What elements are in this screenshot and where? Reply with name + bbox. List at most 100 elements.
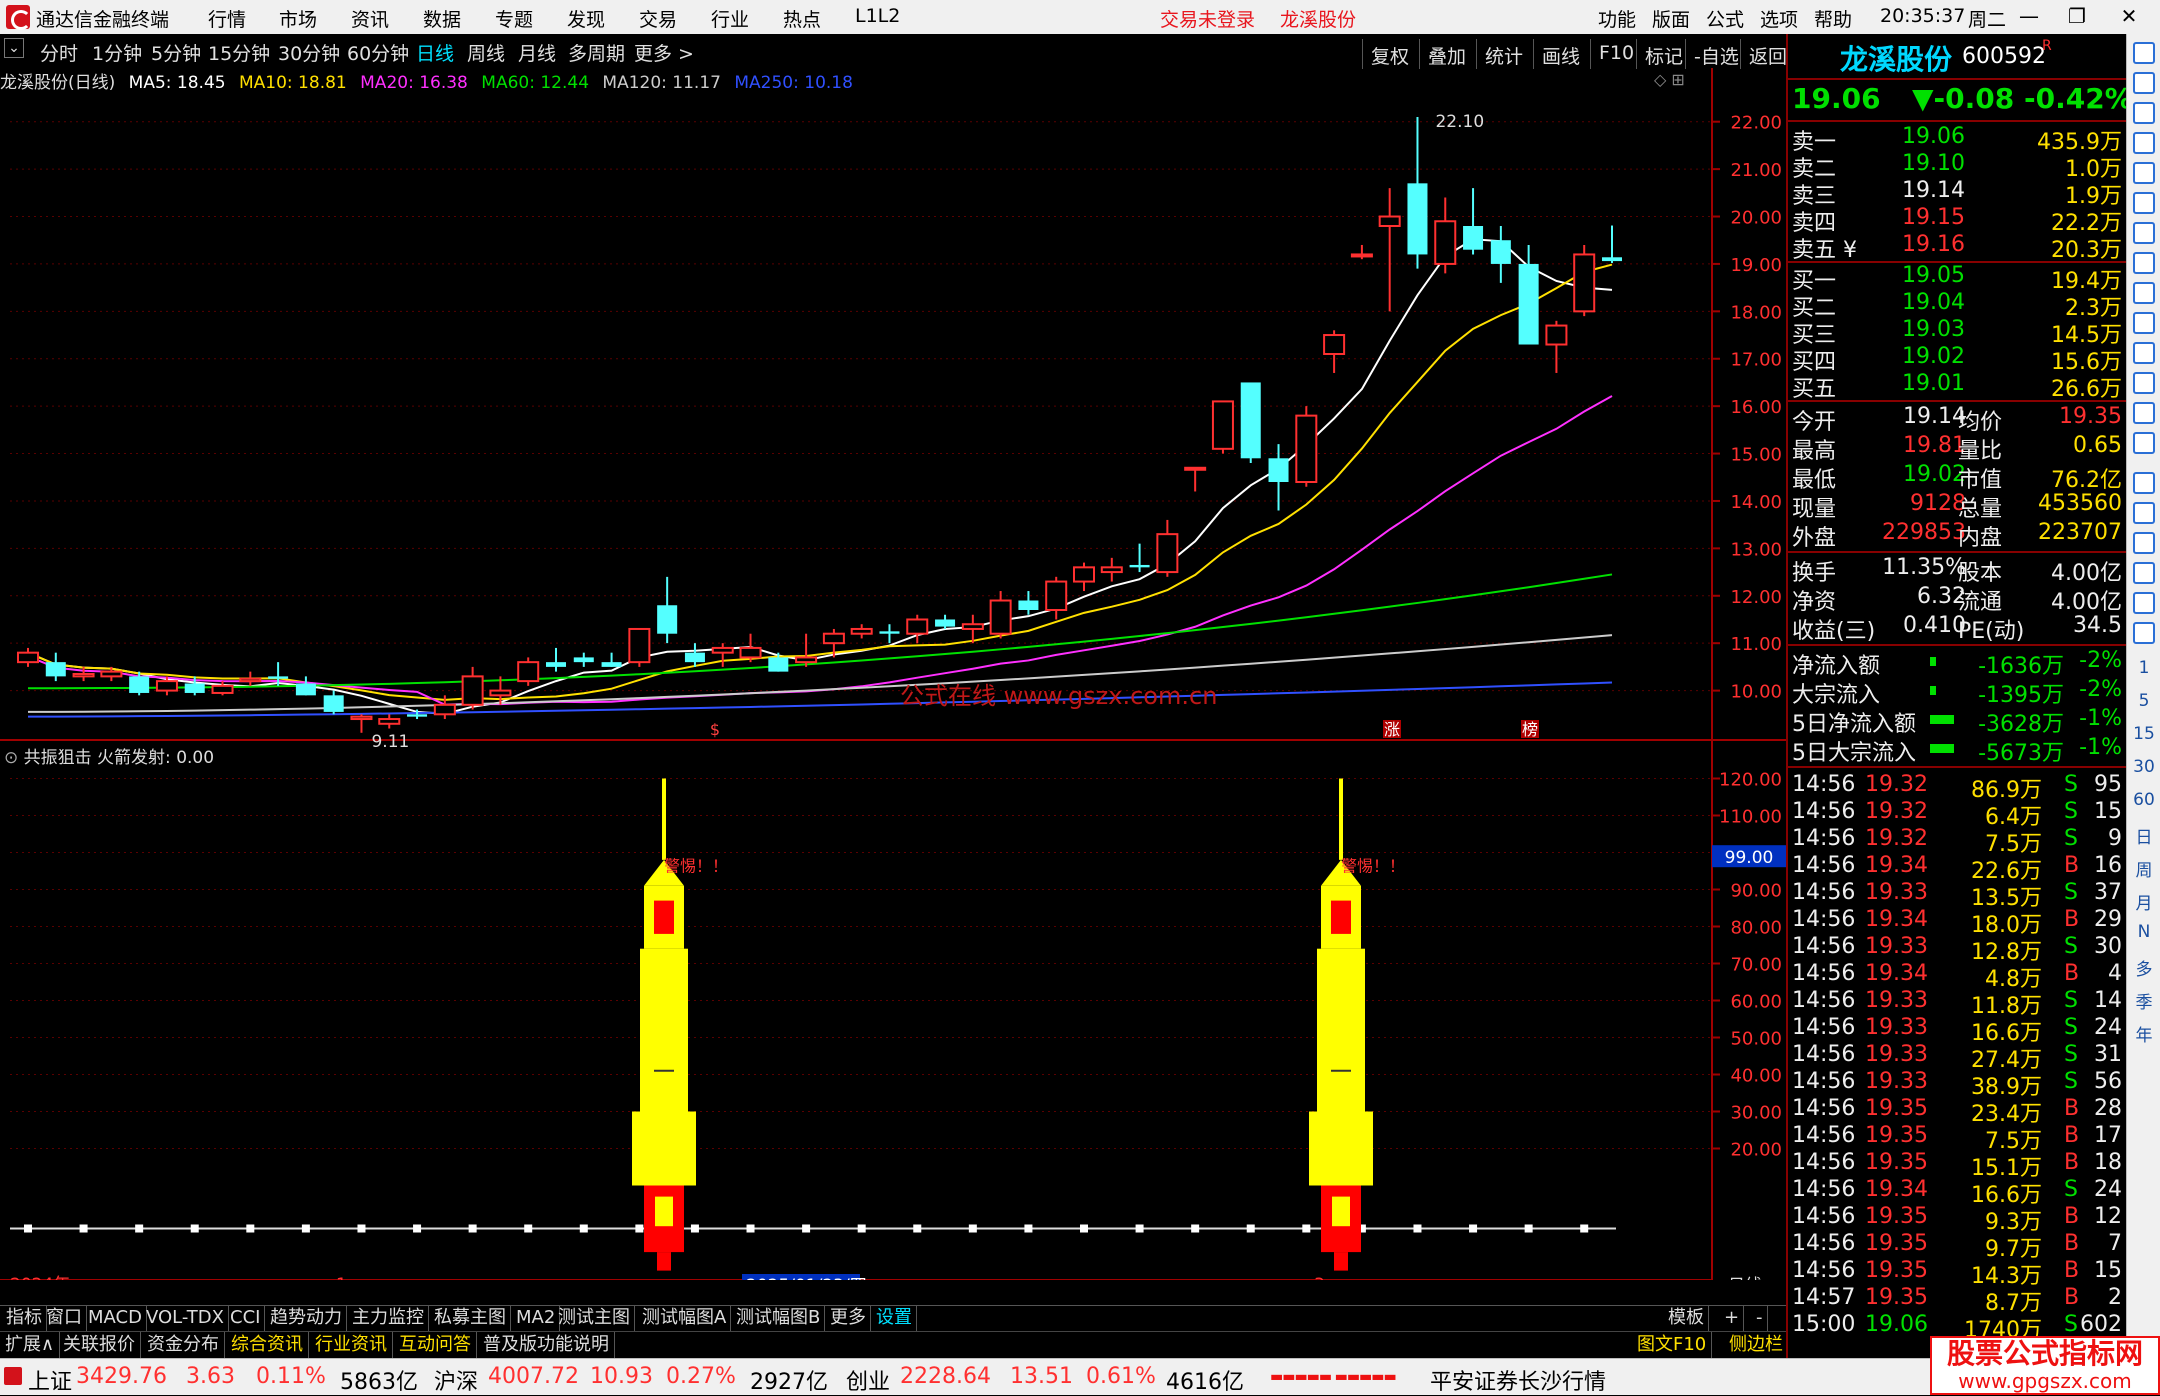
menu-topic[interactable]: 专题 [495,5,533,32]
indicator-tab[interactable]: 设置 [872,1306,917,1331]
tool-mark[interactable]: 标记 [1636,39,1691,69]
chart-icon[interactable] [2133,192,2155,214]
indicator-tab[interactable]: 指标 [2,1306,47,1331]
indicator-tab[interactable]: 测试幅图B [732,1306,826,1331]
period-shortcut[interactable]: 60 [2127,790,2160,810]
menu-market[interactable]: 市场 [279,5,317,32]
chart-area[interactable]: 22.00 21.00 20.00 19.00 18.00 17.00 16.00 15.00… [0,68,1786,1280]
period-tab[interactable]: 月线 [518,39,556,66]
rsi-icon[interactable] [2133,472,2155,494]
indicator-tab[interactable]: MACD [84,1306,147,1331]
indicator-tab[interactable]: 私募主图 [430,1306,511,1331]
indicator-tab[interactable]: 窗口 [42,1306,87,1331]
period-tab[interactable]: 多周期 [568,39,625,66]
flag-icon[interactable] [2133,342,2155,364]
menu-data[interactable]: 数据 [423,5,461,32]
indicator-tab[interactable]: CCI [226,1306,266,1331]
menu-trade[interactable]: 交易 [639,5,677,32]
period-shortcut[interactable]: 年 [2127,1021,2160,1046]
menu-function[interactable]: 功能 [1598,5,1636,32]
f2-icon[interactable] [2133,372,2155,394]
period-tab[interactable]: 分时 [40,39,78,66]
period-tab[interactable]: 60分钟 [347,39,409,66]
template-tab[interactable]: - [1752,1306,1768,1331]
f10-icon[interactable] [2133,282,2155,304]
extension-tab[interactable]: 普及版功能说明 [478,1332,615,1359]
period-shortcut[interactable]: 日 [2127,823,2160,848]
move-icon[interactable] [2133,532,2155,554]
indicator-tab[interactable]: 主力监控 [348,1306,429,1331]
menu-hot[interactable]: 热点 [783,5,821,32]
period-tab[interactable]: 1分钟 [92,39,142,66]
period-tab[interactable]: 15分钟 [208,39,270,66]
period-tab-active[interactable]: 日线 [416,39,454,66]
clock-icon[interactable] [2133,432,2155,454]
menu-industry[interactable]: 行业 [711,5,749,32]
period-shortcut[interactable]: 周 [2127,856,2160,881]
menu-discover[interactable]: 发现 [567,5,605,32]
chart-settings-icon[interactable]: ◇ ⊞ [1654,70,1685,89]
indicator-tab[interactable]: VOL-TDX [142,1306,229,1331]
down-triangle-icon[interactable] [2133,102,2155,124]
menu-options[interactable]: 选项 [1760,5,1798,32]
index-name[interactable]: 上证 [28,1364,72,1396]
period-shortcut[interactable]: 15 [2127,724,2160,744]
tool-stats[interactable]: 统计 [1476,39,1531,69]
heart-icon[interactable] [2133,502,2155,524]
grid-icon[interactable] [2133,162,2155,184]
index-name[interactable]: 沪深 [434,1364,478,1396]
list-icon[interactable] [2133,132,2155,154]
tool-fuquan[interactable]: 复权 [1362,39,1417,69]
refresh-icon[interactable] [2133,402,2155,424]
period-tab[interactable]: 30分钟 [278,39,340,66]
pen-icon[interactable] [2133,562,2155,584]
period-shortcut[interactable]: 5 [2127,691,2160,711]
tool-remove-watch[interactable]: -自选 [1685,39,1747,69]
panel-tab[interactable]: 图文F10 [1632,1332,1713,1359]
period-shortcut[interactable]: 1 [2127,658,2160,678]
chevron-down-icon[interactable]: ⌄ [4,38,24,58]
period-shortcut[interactable]: N [2127,922,2160,942]
tool-f10[interactable]: F10 [1590,39,1642,69]
period-tab[interactable]: 周线 [467,39,505,66]
tool-overlay[interactable]: 叠加 [1419,39,1474,69]
collapse-icon[interactable]: ⊙ [4,748,18,768]
period-shortcut[interactable]: 季 [2127,988,2160,1013]
candle-icon[interactable] [2133,222,2155,244]
restore-icon[interactable]: ❐ [2054,0,2100,34]
close-icon[interactable]: ✕ [2106,0,2152,34]
up-arrow-icon[interactable] [2133,42,2155,64]
extension-tab[interactable]: 行业资讯 [310,1332,393,1359]
period-more[interactable]: 更多 > [634,39,694,66]
extension-tab[interactable]: 扩展∧ [0,1332,61,1359]
period-tab[interactable]: 5分钟 [151,39,201,66]
indicator-tab[interactable]: 测试主图 [554,1306,635,1331]
up-triangle-icon[interactable] [2133,72,2155,94]
indicator-tab[interactable]: 更多 [826,1306,871,1331]
indicator-tab[interactable]: 趋势动力 [266,1306,347,1331]
document-icon[interactable] [2133,312,2155,334]
menu-quote[interactable]: 行情 [208,5,246,32]
menu-help[interactable]: 帮助 [1814,5,1852,32]
extension-tab[interactable]: 关联报价 [58,1332,141,1359]
menu-layout[interactable]: 版面 [1652,5,1690,32]
tool-draw[interactable]: 画线 [1533,39,1588,69]
index-name[interactable]: 创业 [846,1364,890,1396]
template-tab[interactable]: 模板 [1664,1306,1709,1331]
minimize-icon[interactable]: — [2006,0,2052,34]
period-shortcut[interactable]: 月 [2127,889,2160,914]
fs-icon[interactable] [2133,592,2155,614]
extension-tab[interactable]: 综合资讯 [226,1332,309,1359]
table-icon[interactable] [2133,252,2155,274]
period-shortcut[interactable]: 多 [2127,955,2160,980]
template-tab[interactable]: + [1720,1306,1745,1331]
extension-tab[interactable]: 资金分布 [142,1332,225,1359]
menu-formula[interactable]: 公式 [1706,5,1744,32]
menu-news[interactable]: 资讯 [351,5,389,32]
period-shortcut[interactable]: 30 [2127,757,2160,777]
menu-l1l2[interactable]: L1L2 [855,5,900,27]
indicator-tab[interactable]: 测试幅图A [638,1306,732,1331]
login-status[interactable]: 交易未登录 [1160,5,1255,32]
settings-icon[interactable] [2133,622,2155,644]
extension-tab[interactable]: 互动问答 [394,1332,477,1359]
